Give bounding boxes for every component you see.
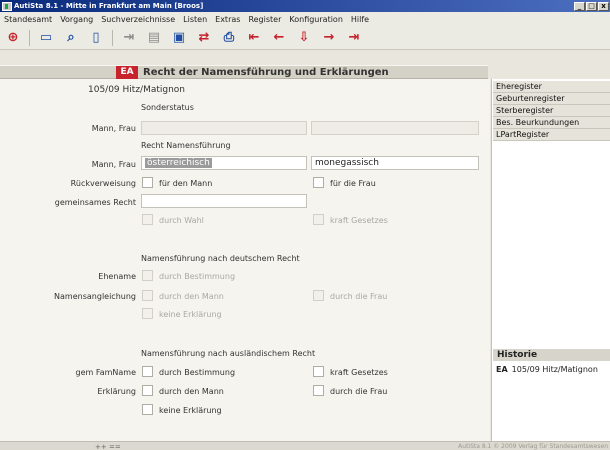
toolbar-separator — [29, 29, 30, 46]
first-record-icon[interactable]: ⇤ — [245, 29, 263, 47]
keine-erklaerung2-checkbox[interactable] — [142, 404, 153, 415]
sidebar-item-eheregister[interactable]: Eheregister — [493, 81, 610, 93]
angleichung-frau-text: durch die Frau — [330, 292, 388, 301]
erklaerung-frau-checkbox[interactable] — [313, 385, 324, 396]
gemeinsames-recht-label: gemeinsames Recht — [54, 198, 136, 207]
next-record-icon[interactable]: → — [320, 29, 338, 47]
recht-mann-frau-label: Mann, Frau — [91, 160, 136, 169]
durch-wahl-text: durch Wahl — [159, 216, 204, 225]
sidebar-item-bes-beurkundungen[interactable]: Bes. Beurkundungen — [493, 117, 610, 129]
recht-mann-input[interactable]: österreichisch — [141, 156, 307, 170]
menu-register[interactable]: Register — [248, 15, 281, 24]
rueckverweisung-mann-text: für den Mann — [159, 179, 213, 188]
namensangleichung-label: Namensangleichung — [54, 292, 136, 301]
durch-wahl-checkbox[interactable] — [142, 214, 153, 225]
previous-record-icon[interactable]: ← — [270, 29, 288, 47]
status-bar: ++ == AutiSta 8.1 © 2009 Verlag für Stan… — [0, 441, 610, 450]
kraft-gesetzes-checkbox[interactable] — [313, 214, 324, 225]
erklaerung-frau-text: durch die Frau — [330, 387, 388, 396]
auslaendisches-recht-heading: Namensführung nach ausländischem Recht — [141, 349, 316, 358]
status-copyright: AutiSta 8.1 © 2009 Verlag für Standesamt… — [458, 443, 608, 450]
last-record-icon[interactable]: ⇥ — [345, 29, 363, 47]
historie-badge: EA — [496, 365, 508, 374]
famname-gesetzes-text: kraft Gesetzes — [330, 368, 388, 377]
recht-frau-input[interactable]: monegassisch — [311, 156, 479, 170]
angleichung-mann-text: durch den Mann — [159, 292, 224, 301]
rueckverweisung-frau-text: für die Frau — [330, 179, 376, 188]
rueckverweisung-frau-checkbox[interactable] — [313, 177, 324, 188]
recht-mann-value: österreichisch — [145, 158, 212, 168]
right-panel: Eheregister Geburtenregister Sterberegis… — [491, 79, 610, 441]
angleichung-frau-checkbox[interactable] — [313, 290, 324, 301]
export-icon[interactable]: ⇥ — [120, 29, 138, 47]
angleichung-mann-checkbox[interactable] — [142, 290, 153, 301]
sonderstatus-mann-field — [141, 121, 307, 135]
app-logo-icon — [2, 1, 12, 11]
search-icon[interactable]: ⌕ — [62, 29, 80, 47]
window-titlebar: AutiSta 8.1 - Mitte in Frankfurt am Main… — [0, 0, 610, 12]
sidebar-item-lpartregister[interactable]: LPartRegister — [493, 129, 610, 141]
form-area: 105/09 Hitz/Matignon Sonderstatus Mann, … — [0, 79, 490, 441]
window-title: AutiSta 8.1 - Mitte in Frankfurt am Main… — [14, 2, 204, 10]
gemeinsames-recht-input[interactable] — [141, 194, 307, 208]
sonderstatus-heading: Sonderstatus — [141, 103, 194, 112]
ehename-label: Ehename — [98, 272, 136, 281]
keine-erklaerung2-text: keine Erklärung — [159, 406, 222, 415]
recht-namensfuehrung-heading: Recht Namensführung — [141, 141, 231, 150]
rueckverweisung-label: Rückverweisung — [70, 179, 136, 188]
menu-listen[interactable]: Listen — [183, 15, 207, 24]
section-badge: EA — [116, 66, 138, 79]
menu-suchverzeichnisse[interactable]: Suchverzeichnisse — [101, 15, 175, 24]
famname-gesetzes-checkbox[interactable] — [313, 366, 324, 377]
recht-frau-value: monegassisch — [315, 158, 379, 168]
toolbar: ⊕ ▭ ⌕ ▯ ⇥ ▤ ▣ ⇄ ⎙ ⇤ ← ⇩ → ⇥ — [0, 26, 610, 50]
keine-erklaerung-checkbox[interactable] — [142, 308, 153, 319]
status-nav: ++ == — [95, 443, 121, 450]
exchange-icon[interactable]: ⇄ — [195, 29, 213, 47]
documents-icon[interactable]: ▤ — [145, 29, 163, 47]
minimize-button[interactable]: _ — [574, 1, 585, 11]
menu-bar: Standesamt Vorgang Suchverzeichnisse Lis… — [0, 12, 610, 26]
new-record-icon[interactable]: ⊕ — [4, 29, 22, 47]
famname-bestimmung-text: durch Bestimmung — [159, 368, 236, 377]
toolbar-separator — [112, 29, 113, 46]
sonderstatus-frau-field — [311, 121, 479, 135]
sidebar-item-geburtenregister[interactable]: Geburtenregister — [493, 93, 610, 105]
erklaerung-mann-checkbox[interactable] — [142, 385, 153, 396]
historie-entry-text: 105/09 Hitz/Matignon — [511, 365, 598, 374]
gem-famname-label: gem FamName — [75, 368, 137, 377]
ehename-bestimmung-checkbox[interactable] — [142, 270, 153, 281]
erklaerung-label: Erklärung — [97, 387, 136, 396]
jump-icon[interactable]: ⇩ — [295, 29, 313, 47]
menu-konfiguration[interactable]: Konfiguration — [289, 15, 343, 24]
document-icon[interactable]: ▯ — [87, 29, 105, 47]
sidebar-item-sterberegister[interactable]: Sterberegister — [493, 105, 610, 117]
keine-erklaerung-text: keine Erklärung — [159, 310, 222, 319]
sonderstatus-mann-frau-label: Mann, Frau — [91, 124, 136, 133]
section-title: Recht der Namensführung und Erklärungen — [143, 67, 389, 78]
rueckverweisung-mann-checkbox[interactable] — [142, 177, 153, 188]
print-icon[interactable]: ⎙ — [220, 29, 238, 47]
deutsches-recht-heading: Namensführung nach deutschem Recht — [141, 254, 300, 263]
section-header: EA Recht der Namensführung und Erklärung… — [0, 65, 488, 79]
ehename-bestimmung-text: durch Bestimmung — [159, 272, 236, 281]
record-label: 105/09 Hitz/Matignon — [88, 85, 186, 95]
famname-bestimmung-checkbox[interactable] — [142, 366, 153, 377]
historie-header: Historie — [493, 349, 610, 361]
menu-hilfe[interactable]: Hilfe — [351, 15, 369, 24]
menu-standesamt[interactable]: Standesamt — [4, 15, 52, 24]
kraft-gesetzes-text: kraft Gesetzes — [330, 216, 388, 225]
erklaerung-mann-text: durch den Mann — [159, 387, 224, 396]
open-folder-icon[interactable]: ▭ — [37, 29, 55, 47]
maximize-button[interactable]: □ — [586, 1, 597, 11]
historie-entry[interactable]: EA 105/09 Hitz/Matignon — [496, 365, 598, 374]
clipboard-icon[interactable]: ▣ — [170, 29, 188, 47]
menu-extras[interactable]: Extras — [215, 15, 240, 24]
close-button[interactable]: x — [598, 1, 609, 11]
menu-vorgang[interactable]: Vorgang — [60, 15, 93, 24]
